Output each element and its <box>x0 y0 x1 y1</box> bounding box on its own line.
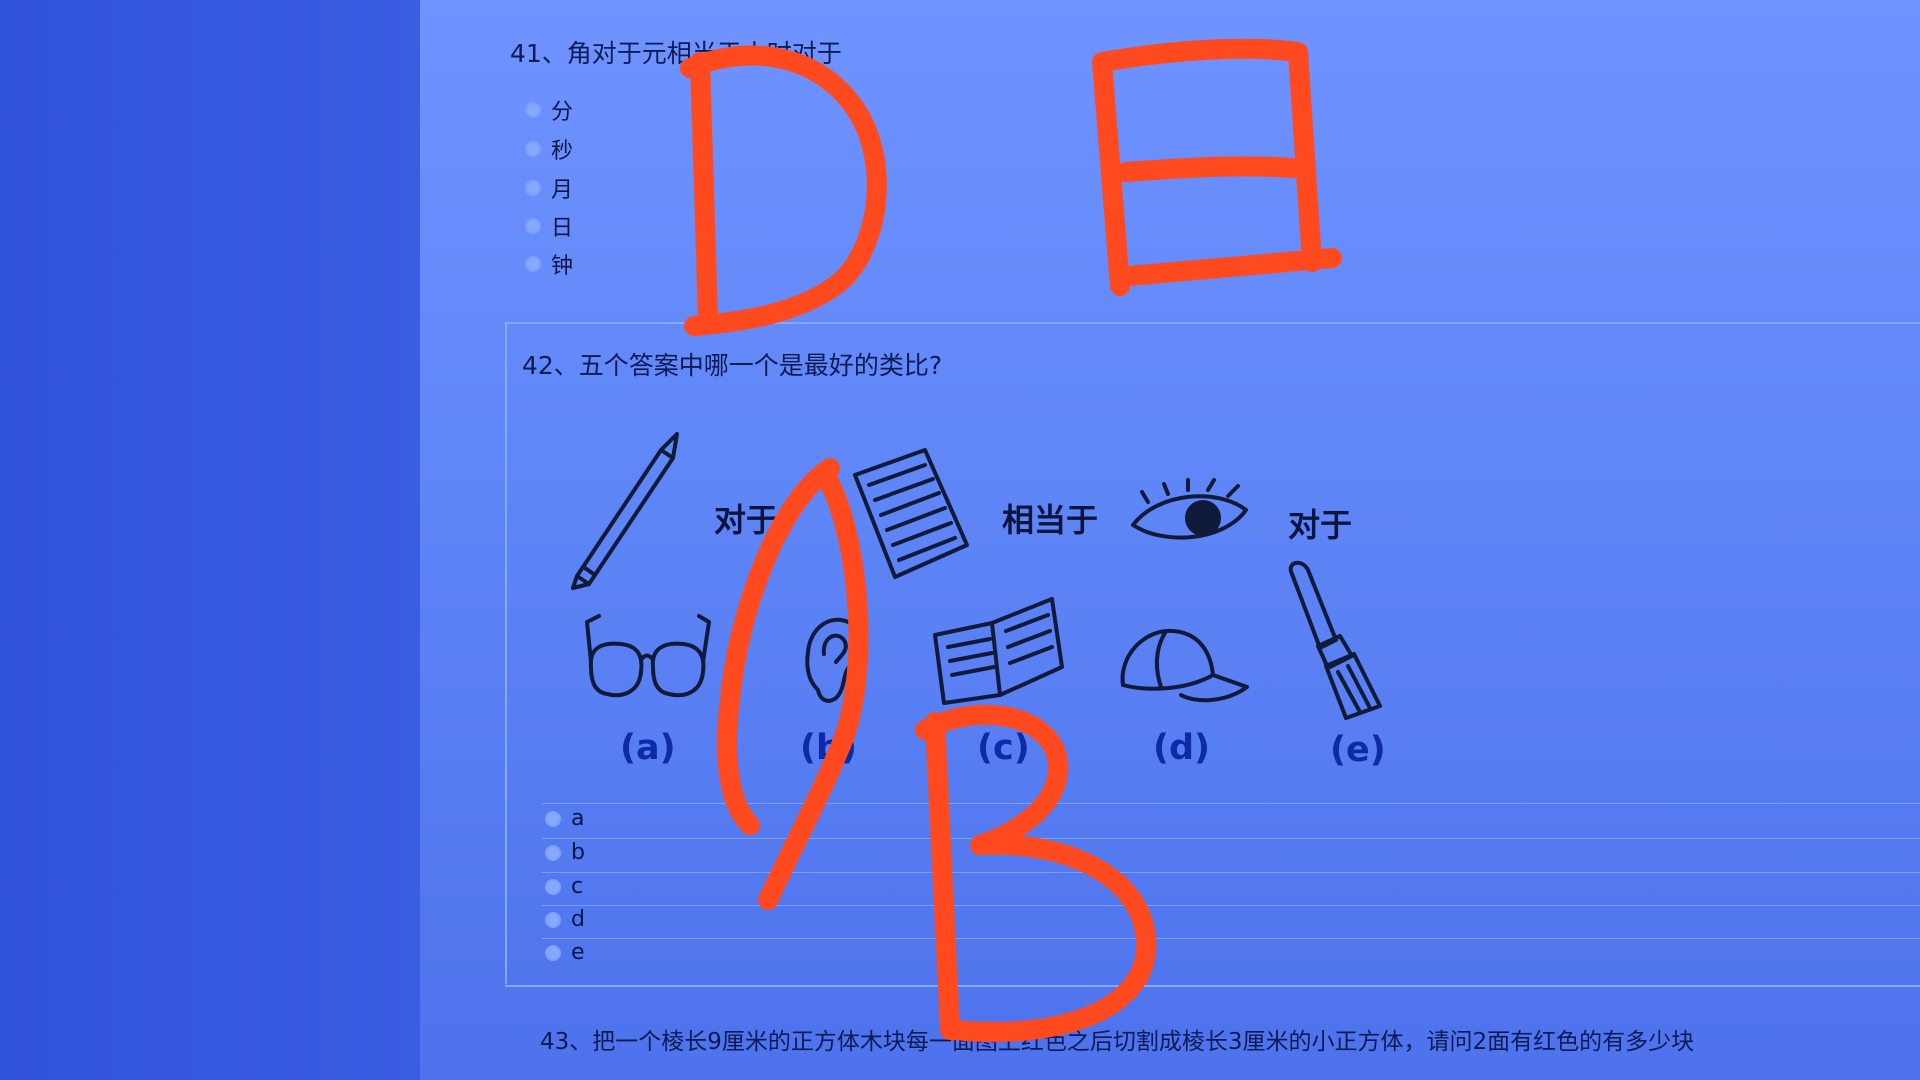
pencil-icon <box>565 428 685 590</box>
option-label: a <box>571 806 585 831</box>
q41-option-5[interactable]: 钟 <box>525 248 573 280</box>
q41-option-4[interactable]: 日 <box>525 210 573 242</box>
radio-button[interactable] <box>545 878 561 895</box>
option-label: e <box>571 940 585 965</box>
q42-option-c[interactable]: c <box>545 874 583 899</box>
eye-icon <box>1128 478 1253 555</box>
q41-option-1[interactable]: 分 <box>525 94 573 126</box>
background-left <box>0 0 420 1080</box>
figure-label-e: (e) <box>1330 730 1386 770</box>
book-icon <box>930 595 1065 705</box>
figure-label-a: (a) <box>620 728 676 768</box>
option-divider <box>542 905 1920 906</box>
option-label: d <box>571 907 585 932</box>
analogy-word-1: 对于 <box>714 501 779 539</box>
radio-button[interactable] <box>525 256 541 272</box>
option-label: 日 <box>551 216 574 241</box>
option-label: b <box>571 840 585 865</box>
figure-label-d: (d) <box>1153 728 1211 768</box>
q41-option-3[interactable]: 月 <box>525 172 573 204</box>
radio-button[interactable] <box>545 944 561 961</box>
cap-icon <box>1115 625 1250 705</box>
option-label: 月 <box>551 178 574 203</box>
option-label: 分 <box>551 100 574 125</box>
radio-button[interactable] <box>545 810 561 827</box>
radio-button[interactable] <box>525 218 541 234</box>
analogy-word-2: 相当于 <box>1002 501 1099 539</box>
option-label: 秒 <box>551 139 574 164</box>
option-divider <box>542 803 1920 804</box>
option-divider <box>542 872 1920 873</box>
radio-button[interactable] <box>545 911 561 928</box>
paintbrush-icon <box>1280 560 1395 720</box>
radio-button[interactable] <box>525 141 541 157</box>
question-42-title: 42、五个答案中哪一个是最好的类比? <box>522 351 943 380</box>
figure-label-c: (c) <box>977 728 1030 768</box>
question-41-title: 41、角对于元相当于小时对于 <box>510 39 842 68</box>
radio-button[interactable] <box>545 844 561 861</box>
option-divider <box>542 938 1920 939</box>
q42-option-d[interactable]: d <box>545 907 585 932</box>
glasses-icon <box>583 612 713 712</box>
radio-button[interactable] <box>525 180 541 196</box>
question-separator <box>505 985 1920 987</box>
option-label: c <box>571 874 584 899</box>
option-label: 钟 <box>551 254 574 279</box>
option-divider <box>542 838 1920 839</box>
q42-option-e[interactable]: e <box>545 940 585 965</box>
figure-label-b: (b) <box>800 728 858 768</box>
analogy-word-3: 对于 <box>1288 506 1353 544</box>
paper-icon <box>835 445 975 585</box>
q41-option-2[interactable]: 秒 <box>525 133 573 165</box>
q42-option-a[interactable]: a <box>545 806 584 831</box>
radio-button[interactable] <box>525 102 541 118</box>
question-43-title: 43、把一个棱长9厘米的正方体木块每一面图上红色之后切割成棱长3厘米的小正方体，… <box>540 1029 1695 1055</box>
ear-icon <box>800 610 870 710</box>
q42-option-b[interactable]: b <box>545 840 585 865</box>
